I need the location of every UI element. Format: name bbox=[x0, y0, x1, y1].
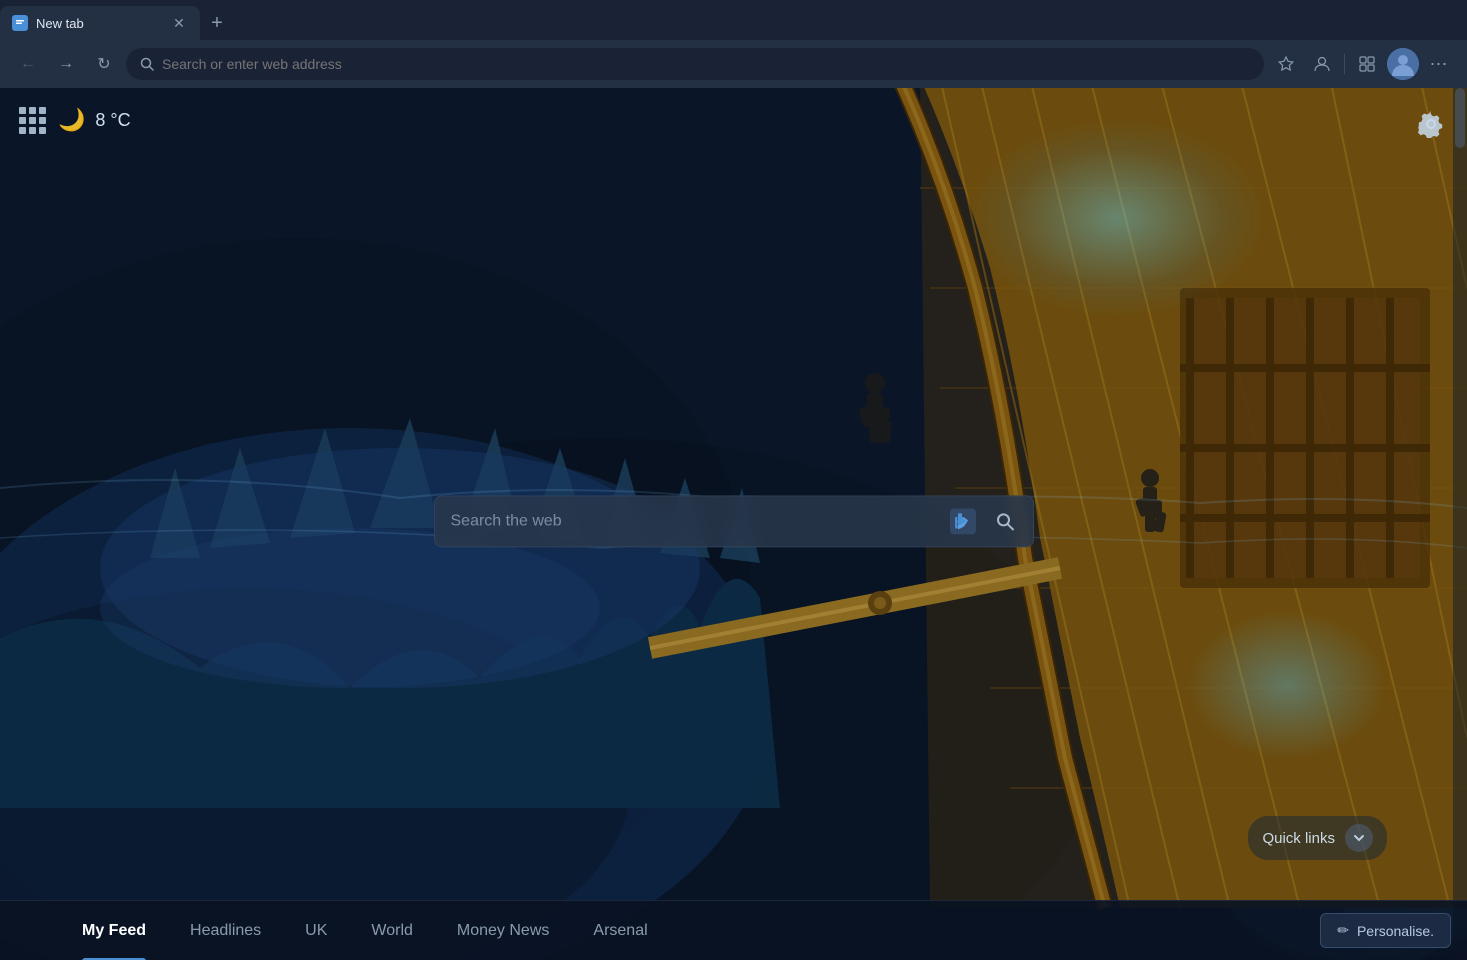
tab-uk[interactable]: UK bbox=[283, 901, 349, 960]
scrollbar-thumb[interactable] bbox=[1455, 88, 1465, 148]
moon-icon: 🌙 bbox=[58, 107, 85, 133]
avatar-image bbox=[1387, 48, 1419, 80]
tab-arsenal[interactable]: Arsenal bbox=[571, 901, 669, 960]
nav-actions: ⋯ bbox=[1270, 48, 1455, 80]
temperature-display: 8 °C bbox=[95, 110, 130, 131]
collections-icon bbox=[1358, 55, 1376, 73]
address-input[interactable] bbox=[162, 56, 1250, 72]
favorites-button[interactable] bbox=[1270, 48, 1302, 80]
personalise-label: Personalise. bbox=[1357, 923, 1434, 939]
personalise-button[interactable]: ✏ Personalise. bbox=[1320, 913, 1451, 948]
forward-button[interactable]: → bbox=[50, 48, 82, 80]
profile-button[interactable] bbox=[1306, 48, 1338, 80]
search-input[interactable] bbox=[451, 512, 941, 530]
tab-world[interactable]: World bbox=[349, 901, 435, 960]
bing-icon: b bbox=[950, 508, 976, 534]
gear-icon bbox=[1417, 110, 1445, 138]
star-icon bbox=[1277, 55, 1295, 73]
search-box: b bbox=[434, 495, 1034, 547]
back-button[interactable]: ← bbox=[12, 48, 44, 80]
more-menu-button[interactable]: ⋯ bbox=[1423, 48, 1455, 80]
tab-my-feed[interactable]: My Feed bbox=[60, 901, 168, 960]
tab-bar: New tab ✕ + bbox=[0, 0, 1467, 40]
main-content: 🌙 8 °C b bbox=[0, 88, 1467, 960]
tab-favicon bbox=[12, 15, 28, 31]
refresh-button[interactable]: ↻ bbox=[88, 48, 120, 80]
tab-title: New tab bbox=[36, 16, 84, 31]
profile-icon bbox=[1313, 55, 1331, 73]
search-icon bbox=[140, 57, 154, 71]
apps-grid-icon bbox=[19, 107, 46, 134]
quick-links-label: Quick links bbox=[1262, 830, 1335, 847]
new-tab-button[interactable]: + bbox=[200, 6, 234, 40]
nav-tabs-container: My Feed Headlines UK World Money News Ar… bbox=[0, 901, 1320, 960]
settings-button[interactable] bbox=[1413, 106, 1449, 142]
bing-logo-button[interactable]: b bbox=[949, 507, 977, 535]
collections-button[interactable] bbox=[1351, 48, 1383, 80]
weather-widget: 🌙 8 °C bbox=[16, 104, 131, 136]
divider bbox=[1344, 54, 1345, 74]
active-tab[interactable]: New tab ✕ bbox=[0, 6, 200, 40]
chevron-down-icon bbox=[1345, 824, 1373, 852]
search-container: b bbox=[434, 495, 1034, 547]
quick-links-button[interactable]: Quick links bbox=[1248, 816, 1387, 860]
search-button[interactable] bbox=[985, 501, 1025, 541]
tab-close-button[interactable]: ✕ bbox=[170, 14, 188, 32]
tab-headlines[interactable]: Headlines bbox=[168, 901, 283, 960]
tab-money-news[interactable]: Money News bbox=[435, 901, 571, 960]
pencil-icon: ✏ bbox=[1337, 922, 1349, 939]
bottom-navigation: My Feed Headlines UK World Money News Ar… bbox=[0, 900, 1467, 960]
apps-grid-button[interactable] bbox=[16, 104, 48, 136]
scrollbar-track bbox=[1453, 88, 1467, 960]
glow-overlay-2 bbox=[1187, 610, 1387, 760]
glow-overlay-1 bbox=[967, 118, 1267, 318]
search-magnifier-icon bbox=[995, 511, 1015, 531]
user-avatar[interactable] bbox=[1387, 48, 1419, 80]
nav-bar: ← → ↻ bbox=[0, 40, 1467, 88]
browser-chrome: New tab ✕ + ← → ↻ bbox=[0, 0, 1467, 88]
address-bar[interactable] bbox=[126, 48, 1264, 80]
